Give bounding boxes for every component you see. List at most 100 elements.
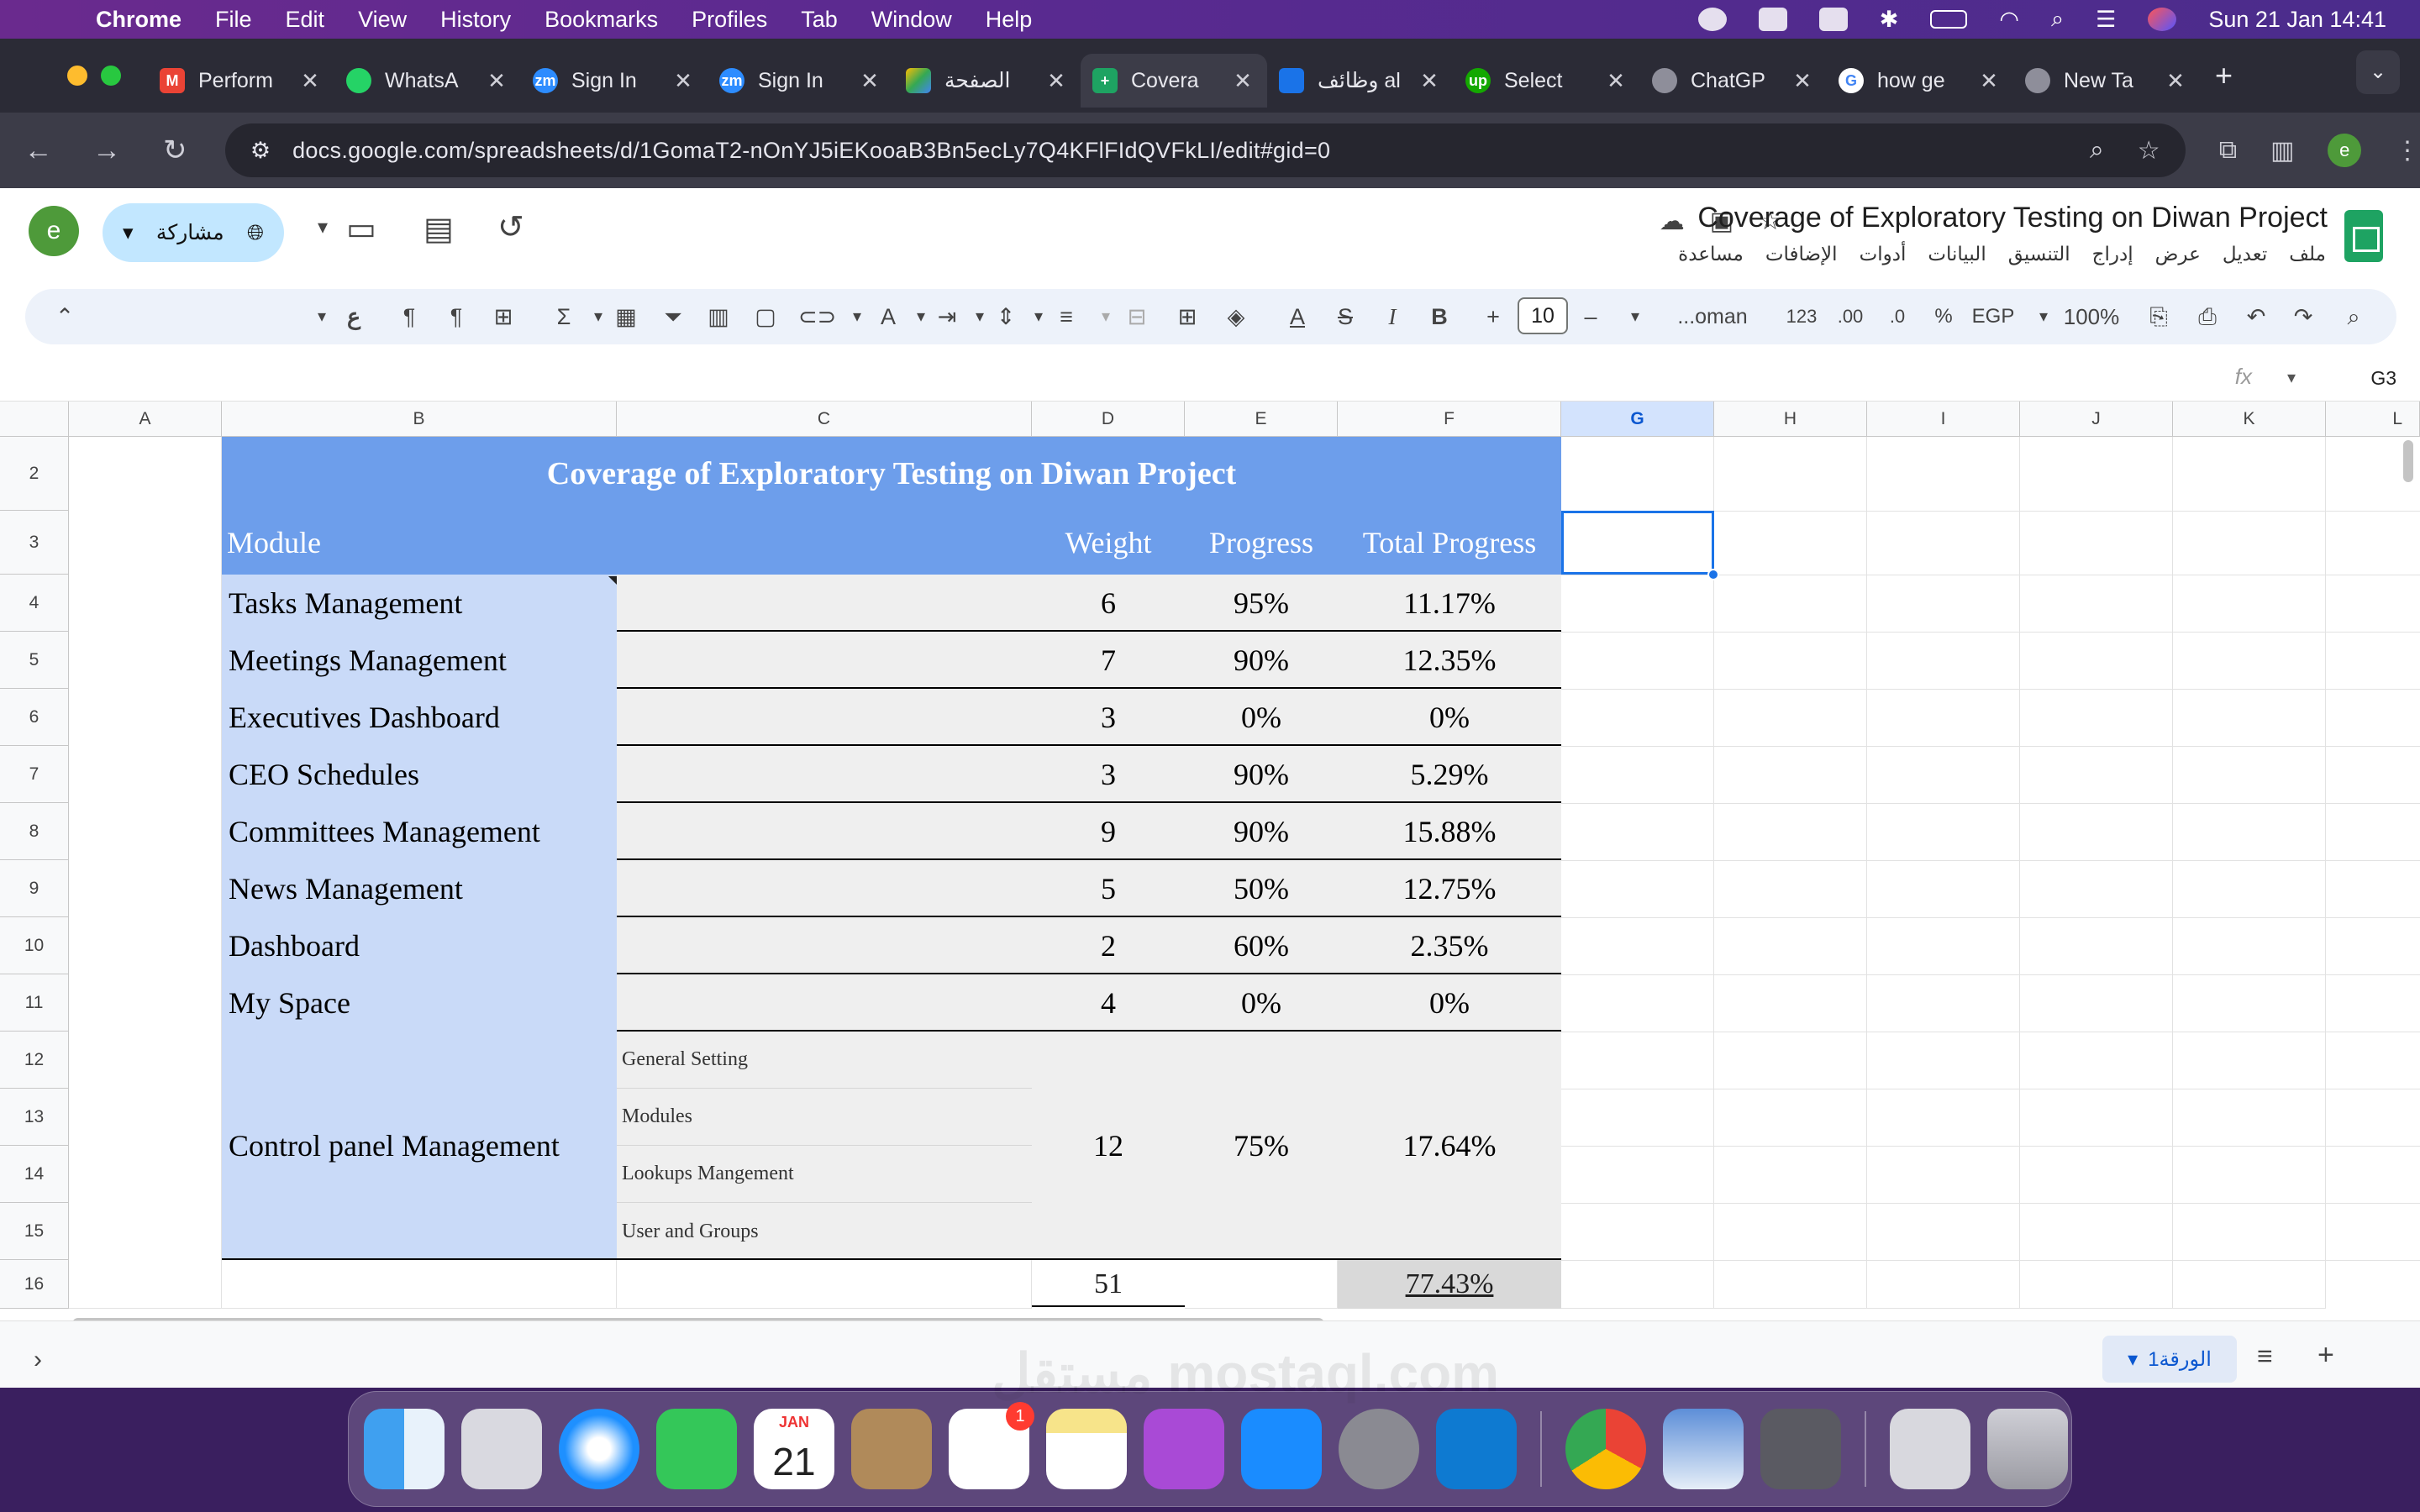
browser-tab[interactable]: الصفحة ✕ [894, 54, 1081, 108]
column-header-h[interactable]: H [1714, 402, 1867, 437]
cloud-saved-icon[interactable]: ☁ [1660, 207, 1685, 236]
ltr-paragraph-icon[interactable]: ¶ [442, 298, 471, 335]
total-progress-cell[interactable]: 12.75% [1338, 860, 1561, 917]
account-avatar[interactable]: e [29, 206, 79, 256]
reload-icon[interactable]: ↻ [150, 134, 200, 167]
header-progress[interactable]: Progress [1185, 511, 1338, 575]
empty-cell[interactable] [617, 575, 1032, 632]
progress-cell[interactable]: 75% [1185, 1032, 1338, 1260]
name-box-chevron-icon[interactable]: ▾ [2287, 367, 2296, 388]
tab-close-icon[interactable]: ✕ [671, 68, 696, 94]
italic-icon[interactable]: I [1378, 298, 1407, 335]
menu-app-name[interactable]: Chrome [96, 7, 182, 33]
borders-icon[interactable]: ⊞ [1173, 298, 1202, 335]
siri-icon[interactable] [2148, 8, 2177, 31]
wrap-chevron-icon[interactable]: ▾ [913, 298, 929, 335]
empty-cell[interactable] [1185, 1260, 1338, 1309]
increase-font-size-icon[interactable]: + [1479, 298, 1507, 335]
spotlight-search-icon[interactable]: ⌕ [2051, 6, 2064, 33]
sheets-logo[interactable] [2344, 210, 2383, 262]
extensions-puzzle-icon[interactable]: ⧉ [2219, 136, 2237, 165]
browser-tab[interactable]: up Select ✕ [1454, 54, 1640, 108]
column-header-a[interactable]: A [69, 402, 222, 437]
launchpad-icon[interactable] [461, 1409, 542, 1489]
minimize-window-icon[interactable] [67, 66, 87, 86]
podcasts-icon[interactable] [1144, 1409, 1224, 1489]
module-name-cell[interactable]: CEO Schedules [222, 746, 617, 803]
close-window-icon[interactable] [34, 66, 54, 86]
input-tools-icon[interactable]: ع [341, 298, 366, 335]
progress-cell[interactable]: 90% [1185, 803, 1338, 860]
version-history-icon[interactable]: ↺ [497, 208, 524, 246]
column-header-l[interactable]: L [2326, 402, 2420, 437]
module-name-cell[interactable]: My Space [222, 974, 617, 1032]
submodule-cell[interactable]: Lookups Mangement [617, 1146, 1032, 1203]
menu-tools[interactable]: أدوات [1860, 243, 1907, 265]
filter-views-icon[interactable]: ▦ [612, 298, 640, 335]
creative-cloud-icon[interactable] [1697, 8, 1727, 31]
strikethrough-icon[interactable]: S [1331, 298, 1360, 335]
tab-close-icon[interactable]: ✕ [1417, 68, 1442, 94]
finder-icon[interactable] [364, 1409, 445, 1489]
menu-tab[interactable]: Tab [801, 7, 838, 33]
progress-cell[interactable]: 0% [1185, 974, 1338, 1032]
halign-chevron-icon[interactable]: ▾ [1030, 298, 1047, 335]
new-tab-button[interactable]: + [2215, 58, 2233, 93]
menu-clock[interactable]: Sun 21 Jan 14:41 [2208, 7, 2386, 33]
module-name-cell[interactable]: News Management [222, 860, 617, 917]
module-name-cell[interactable]: Committees Management [222, 803, 617, 860]
chevron-down-icon[interactable]: ▾ [123, 220, 134, 245]
sum-total-progress-cell[interactable]: 77.43% [1338, 1260, 1561, 1309]
column-header-k[interactable]: K [2173, 402, 2326, 437]
selected-cell-g3[interactable] [1561, 511, 1714, 575]
column-header-i[interactable]: I [1867, 402, 2020, 437]
add-sheet-button[interactable]: + [2317, 1339, 2334, 1372]
sum-weight-cell[interactable]: 51 [1032, 1260, 1185, 1309]
redo-icon[interactable]: ↷ [2289, 298, 2317, 335]
tab-close-icon[interactable]: ✕ [2163, 68, 2188, 94]
header-weight[interactable]: Weight [1032, 511, 1185, 575]
control-center-icon[interactable]: ☰ [2096, 7, 2116, 33]
total-progress-cell[interactable]: 17.64% [1338, 1032, 1561, 1260]
column-header-j[interactable]: J [2020, 402, 2173, 437]
site-info-icon[interactable]: ⚙ [250, 138, 271, 164]
merge-chevron-icon[interactable]: ▾ [1097, 298, 1114, 335]
menu-history[interactable]: History [440, 7, 511, 33]
vertical-scrollbar-thumb[interactable] [2403, 440, 2413, 482]
menu-edit[interactable]: Edit [286, 7, 325, 33]
row-header[interactable]: 11 [0, 974, 69, 1032]
header-module[interactable]: Module [222, 511, 617, 575]
menu-help[interactable]: Help [986, 7, 1033, 33]
share-button[interactable]: ▾ مشاركة 🌐︎ [103, 203, 284, 262]
font-family-select[interactable]: ...oman [1672, 298, 1753, 335]
tab-close-icon[interactable]: ✕ [1044, 68, 1069, 94]
empty-column-a[interactable] [69, 437, 222, 1309]
weight-cell[interactable]: 4 [1032, 974, 1185, 1032]
column-header-g[interactable]: G [1561, 402, 1714, 437]
coffee-icon[interactable] [1758, 8, 1787, 31]
row-header[interactable]: 3 [0, 511, 69, 575]
collapse-chevron-icon[interactable]: ⌃ [52, 298, 77, 335]
bookmark-star-icon[interactable]: ☆ [2138, 136, 2160, 165]
app-store-icon[interactable] [1241, 1409, 1322, 1489]
progress-cell[interactable]: 0% [1185, 689, 1338, 746]
total-progress-cell[interactable]: 12.35% [1338, 632, 1561, 689]
chrome-icon[interactable] [1565, 1409, 1646, 1489]
browser-tab[interactable]: WhatsA ✕ [334, 54, 521, 108]
menu-file[interactable]: ملف [2289, 243, 2326, 265]
weight-cell[interactable]: 9 [1032, 803, 1185, 860]
empty-cell[interactable] [222, 1260, 617, 1309]
browser-tab[interactable]: M Perform ✕ [148, 54, 334, 108]
input-tools-chevron-icon[interactable]: ▾ [311, 298, 333, 335]
calculator-icon[interactable] [1760, 1409, 1841, 1489]
input-source-icon[interactable] [1818, 8, 1848, 31]
currency-format-button[interactable]: EGP [1970, 298, 2017, 335]
empty-cell[interactable] [617, 689, 1032, 746]
row-header[interactable]: 7 [0, 746, 69, 803]
total-progress-cell[interactable]: 0% [1338, 689, 1561, 746]
empty-cell[interactable] [617, 803, 1032, 860]
percent-format-button[interactable]: % [1929, 298, 1958, 335]
column-header-c[interactable]: C [617, 402, 1032, 437]
chart-icon[interactable]: ▥ [704, 298, 733, 335]
progress-cell[interactable]: 90% [1185, 632, 1338, 689]
